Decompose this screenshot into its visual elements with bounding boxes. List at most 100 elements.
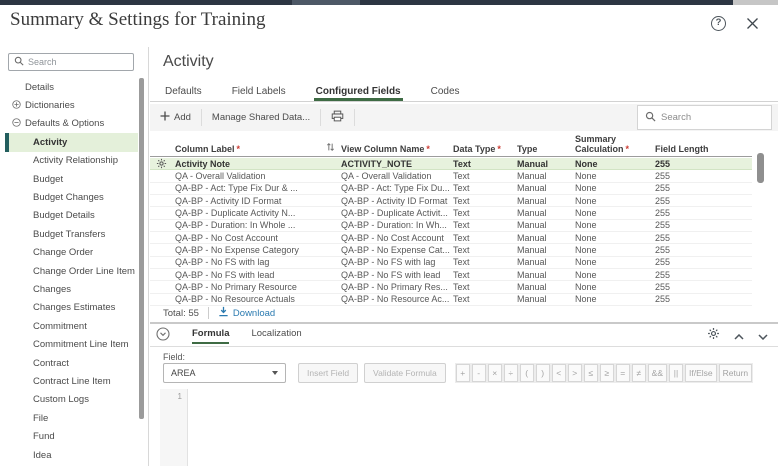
table-row[interactable]: QA-BP - Act: Type Fix Dur & ... QA-BP - A… (150, 183, 752, 196)
plus-circle-icon[interactable] (12, 99, 21, 112)
row-gear-icon[interactable] (150, 158, 172, 169)
sidebar-item-contract-line-item[interactable]: Contract Line Item (5, 372, 138, 390)
operator-not-equal-button[interactable]: ≠ (631, 363, 646, 382)
tab-field-labels[interactable]: Field Labels (230, 86, 288, 101)
chevron-up-icon[interactable] (734, 327, 744, 345)
sidebar-item-changes-estimates[interactable]: Changes Estimates (5, 299, 138, 317)
cell-data-type: Text (453, 195, 470, 206)
operator-less-equal-button[interactable]: ≤ (583, 363, 598, 382)
table-row[interactable]: QA-BP - No Expense Category QA-BP - No Ex… (150, 244, 752, 257)
gear-icon[interactable] (707, 327, 720, 345)
sidebar-item-activity[interactable]: Activity (5, 133, 138, 152)
validate-formula-button[interactable]: Validate Formula (364, 362, 446, 383)
operator-and-button[interactable]: && (647, 363, 668, 382)
operator-if-else-button[interactable]: If/Else (685, 363, 717, 382)
table-row[interactable]: QA-BP - Activity ID Format QA-BP - Activi… (150, 195, 752, 208)
sidebar-item-budget-details[interactable]: Budget Details (5, 207, 138, 225)
manage-shared-data-button[interactable]: Manage Shared Data... (202, 109, 322, 126)
operator-plus-button[interactable]: + (455, 363, 470, 382)
sidebar-item-commitment-line-item[interactable]: Commitment Line Item (5, 335, 138, 353)
table-row[interactable]: Activity Note ACTIVITY_NOTE Text Manual None… (150, 158, 752, 171)
sidebar-item-idea[interactable]: Idea (5, 446, 138, 464)
help-icon[interactable]: ? (711, 16, 726, 31)
tab-configured-fields[interactable]: Configured Fields (313, 86, 403, 101)
sidebar-item-custom-logs[interactable]: Custom Logs (5, 391, 138, 409)
operator-greater-equal-button[interactable]: ≥ (599, 363, 614, 382)
operator-equals-button[interactable]: = (615, 363, 630, 382)
sidebar-nav: Details Dictionaries Defaults & Options Act… (5, 78, 138, 464)
column-header-data-type[interactable]: Data Type * (450, 144, 514, 156)
minus-circle-icon[interactable] (12, 118, 21, 130)
sidebar-item-change-order-line-item[interactable]: Change Order Line Item (5, 262, 138, 280)
operator-return-button[interactable]: Return (718, 363, 753, 382)
insert-field-button[interactable]: Insert Field (298, 362, 359, 383)
table-row[interactable]: QA-BP - No Cost Account QA-BP - No Cost A… (150, 232, 752, 245)
sidebar-scrollbar[interactable] (139, 78, 144, 419)
cell-column-label: Activity Note (175, 158, 231, 169)
sidebar-item-budget-transfers[interactable]: Budget Transfers (5, 225, 138, 243)
operator-or-button[interactable]: || (669, 363, 684, 382)
table-row[interactable]: QA-BP - No FS with lag QA-BP - No FS with… (150, 257, 752, 270)
sidebar-item-defaults-options[interactable]: Defaults & Options (5, 115, 138, 133)
sidebar-search-input[interactable] (8, 53, 134, 71)
column-header-type[interactable]: Type (514, 144, 572, 156)
table-row[interactable]: QA-BP - No Primary Resource QA-BP - No Pr… (150, 281, 752, 294)
column-header-field-length[interactable]: Field Length (652, 144, 752, 156)
cell-view-column-name: QA-BP - No FS with lag (341, 257, 436, 268)
table-row[interactable]: QA-BP - Duration: In Whole ... QA-BP - Du… (150, 220, 752, 233)
sidebar-item-contract[interactable]: Contract (5, 354, 138, 372)
tab-codes[interactable]: Codes (429, 86, 462, 101)
operator-buttons: + - × ÷() < > ≤ ≥ = ≠ && || If/Else Return (454, 362, 754, 383)
sidebar-item-changes[interactable]: Changes (5, 280, 138, 298)
table-row[interactable]: QA-BP - No FS with lead QA-BP - No FS wit… (150, 269, 752, 282)
operator-multiply-button[interactable]: × (487, 363, 502, 382)
sidebar-item-activity-relationship[interactable]: Activity Relationship (5, 152, 138, 170)
table-row[interactable]: QA-BP - Duplicate Activity N... QA-BP - D… (150, 207, 752, 220)
close-icon[interactable] (746, 17, 759, 30)
table-row[interactable]: QA - Overall Validation QA - Overall Vali… (150, 170, 752, 183)
table-scrollbar[interactable] (757, 153, 764, 183)
operator-paren-close-button[interactable]: ) (535, 363, 550, 382)
cell-field-length: 255 (655, 171, 671, 182)
sidebar-item-label: Fund (33, 431, 55, 443)
sidebar-item-budget-changes[interactable]: Budget Changes (5, 188, 138, 206)
column-header-summary-calculation[interactable]: Summary Calculation * (572, 134, 652, 156)
operator-divide-button[interactable]: ÷ (503, 363, 518, 382)
operator-greater-than-button[interactable]: > (567, 363, 582, 382)
table-search-input[interactable] (637, 105, 772, 130)
cell-view-column-name: QA-BP - Duration: In Wh... (341, 220, 447, 231)
cell-view-column-name: QA-BP - Duplicate Activit... (341, 208, 448, 219)
sidebar-search-field[interactable] (28, 57, 118, 67)
formula-panel-header: Formula Localization (150, 326, 778, 347)
field-dropdown[interactable]: AREA (163, 362, 286, 383)
column-header-column-label[interactable]: Column Label * (172, 142, 338, 156)
table-search-field[interactable] (661, 112, 761, 123)
printer-icon (331, 110, 344, 125)
chevron-down-icon[interactable] (758, 327, 768, 345)
sort-icon[interactable] (326, 142, 335, 154)
add-button[interactable]: Add (150, 109, 202, 126)
cell-column-label: QA-BP - No Resource Actuals (175, 294, 295, 305)
tab-defaults[interactable]: Defaults (163, 86, 204, 101)
tab-localization[interactable]: Localization (251, 328, 301, 344)
sidebar-item-fund[interactable]: Fund (5, 427, 138, 445)
sidebar-item-details[interactable]: Details (5, 78, 138, 96)
download-link[interactable]: Download (218, 306, 275, 320)
operator-paren-open-button[interactable]: ( (519, 363, 534, 382)
formula-editor-area[interactable] (189, 389, 778, 466)
operator-less-than-button[interactable]: < (551, 363, 566, 382)
formula-controls: AREA Insert Field Validate Formula + - × ÷(… (163, 362, 770, 383)
collapse-panel-icon[interactable] (156, 326, 170, 346)
sidebar-item-file[interactable]: File (5, 409, 138, 427)
tab-formula[interactable]: Formula (192, 328, 230, 344)
sidebar-item-dictionaries[interactable]: Dictionaries (5, 96, 138, 114)
sidebar-item-budget[interactable]: Budget (5, 170, 138, 188)
cell-view-column-name: QA-BP - No Resource Ac... (341, 294, 450, 305)
sidebar-item-commitment[interactable]: Commitment (5, 317, 138, 335)
column-header-view-column-name[interactable]: View Column Name * (338, 144, 450, 156)
sidebar-item-change-order[interactable]: Change Order (5, 244, 138, 262)
sidebar-item-label: Change Order (33, 247, 94, 259)
print-button[interactable] (321, 109, 356, 126)
operator-minus-button[interactable]: - (471, 363, 486, 382)
add-button-label: Add (174, 112, 191, 123)
